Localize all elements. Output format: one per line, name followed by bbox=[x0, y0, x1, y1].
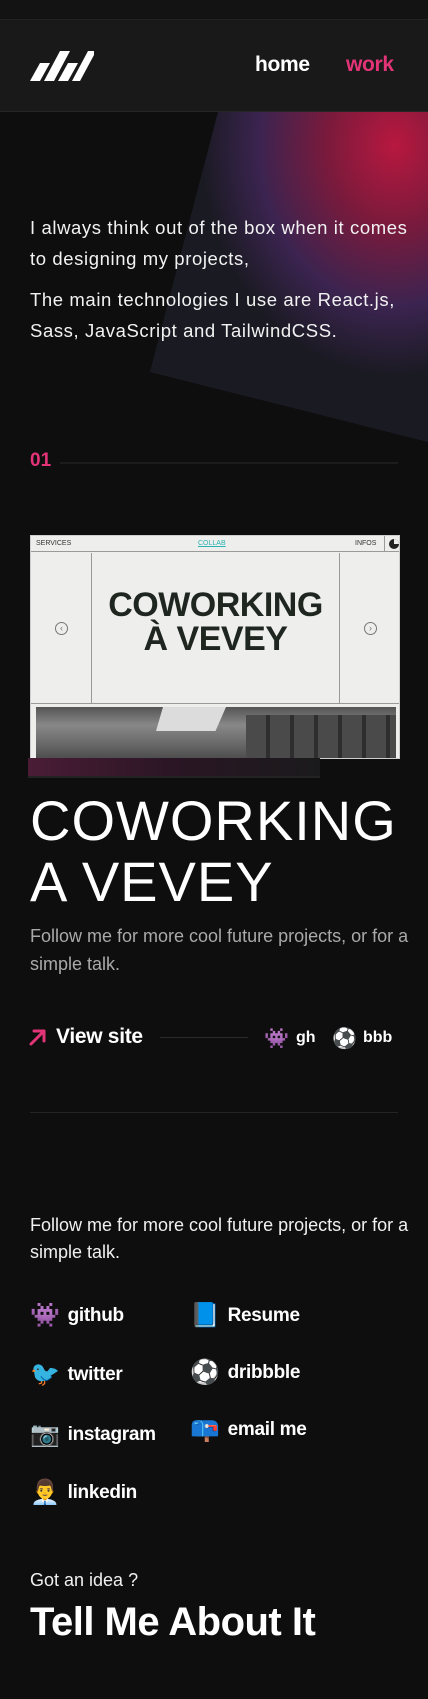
view-site-link[interactable]: View site bbox=[56, 1025, 143, 1049]
twitter-label: twitter bbox=[67, 1364, 123, 1385]
project-bbb-link[interactable]: bbb bbox=[363, 1029, 392, 1047]
view-site-divider bbox=[160, 1037, 248, 1038]
twitter-link[interactable]: 🐦 twitter bbox=[30, 1361, 123, 1389]
email-link[interactable]: 📪 email me bbox=[190, 1416, 307, 1444]
dribbble-icon[interactable]: ⚽ bbox=[332, 1026, 357, 1051]
preview-divider bbox=[31, 703, 399, 704]
resume-label: Resume bbox=[227, 1305, 300, 1326]
contact-intro: Follow me for more cool future projects,… bbox=[30, 1215, 409, 1262]
preview-left-column: ‹ bbox=[31, 553, 92, 703]
preview-logo-icon bbox=[389, 539, 399, 549]
linkedin-link[interactable]: 👨‍💼 linkedin bbox=[30, 1479, 137, 1507]
resume-link[interactable]: 📘 Resume bbox=[190, 1302, 300, 1330]
bird-icon: 🐦 bbox=[30, 1361, 60, 1388]
email-label: email me bbox=[227, 1419, 307, 1440]
top-strip bbox=[0, 0, 428, 20]
github-label: github bbox=[67, 1305, 125, 1326]
hero-paragraph-1: I always think out of the box when it co… bbox=[30, 217, 408, 269]
preview-nav-services: SERVICES bbox=[36, 540, 72, 547]
preview-nav-collab: COLLAB bbox=[198, 540, 226, 547]
camera-icon: 📷 bbox=[30, 1421, 60, 1448]
instagram-label: instagram bbox=[67, 1424, 156, 1445]
logo-icon[interactable] bbox=[30, 51, 94, 81]
businessman-icon: 👨‍💼 bbox=[30, 1479, 60, 1506]
arrow-up-right-icon[interactable] bbox=[28, 1027, 48, 1047]
preview-interior-photo bbox=[36, 707, 396, 758]
site-header: home work bbox=[0, 20, 428, 112]
preview-corner-logo bbox=[384, 536, 399, 552]
github-icon[interactable]: 👾 bbox=[264, 1026, 289, 1051]
preview-title: COWORKING À VEVEY bbox=[92, 588, 339, 656]
section-divider-line bbox=[60, 462, 398, 464]
section-divider bbox=[30, 1112, 398, 1113]
cta-question: Got an idea ? bbox=[30, 1570, 139, 1590]
hero-paragraph-2: The main technologies I use are React.js… bbox=[30, 289, 395, 341]
nav-work-link[interactable]: work bbox=[346, 53, 394, 77]
hero-gradient-background bbox=[150, 112, 428, 442]
preview-shadow-bar bbox=[28, 758, 320, 778]
project-title-line-2: A VEVEY bbox=[30, 850, 274, 913]
book-icon: 📘 bbox=[190, 1302, 220, 1329]
preview-title-line-2: À VEVEY bbox=[143, 620, 288, 658]
soccer-ball-icon: ⚽ bbox=[190, 1359, 220, 1386]
project-title-line-1: COWORKING bbox=[30, 789, 397, 852]
project-description: Follow me for more cool future projects,… bbox=[30, 926, 409, 974]
preview-title-line-1: COWORKING bbox=[108, 586, 323, 624]
instagram-link[interactable]: 📷 instagram bbox=[30, 1421, 156, 1449]
preview-skylight bbox=[156, 707, 226, 731]
github-link[interactable]: 👾 github bbox=[30, 1302, 124, 1330]
preview-shelves bbox=[246, 715, 396, 758]
cta-headline[interactable]: Tell Me About It bbox=[30, 1600, 316, 1645]
project-title: COWORKING A VEVEY bbox=[30, 790, 420, 912]
preview-prev-arrow-icon: ‹ bbox=[55, 622, 68, 635]
mailbox-icon: 📪 bbox=[190, 1416, 220, 1443]
github-icon: 👾 bbox=[30, 1302, 60, 1329]
dribbble-link[interactable]: ⚽ dribbble bbox=[190, 1359, 300, 1387]
project-number: 01 bbox=[30, 450, 52, 471]
dribbble-label: dribbble bbox=[227, 1362, 301, 1383]
preview-navbar: SERVICES COLLAB INFOS bbox=[31, 536, 399, 552]
project-preview-screenshot[interactable]: SERVICES COLLAB INFOS ‹ › COWORKING À VE… bbox=[30, 535, 400, 759]
nav-home-link[interactable]: home bbox=[255, 53, 310, 77]
preview-nav-infos: INFOS bbox=[355, 540, 377, 547]
linkedin-label: linkedin bbox=[67, 1482, 138, 1503]
project-gh-link[interactable]: gh bbox=[296, 1029, 316, 1047]
preview-right-column: › bbox=[339, 553, 399, 703]
preview-next-arrow-icon: › bbox=[364, 622, 377, 635]
